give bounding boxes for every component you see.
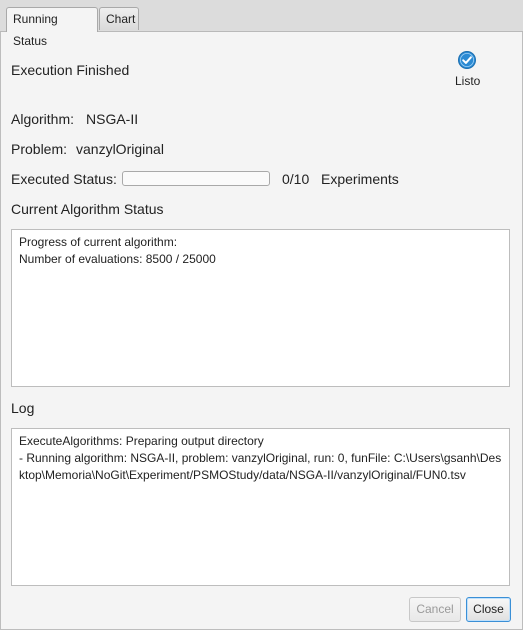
algorithm-value: NSGA-II xyxy=(86,111,139,127)
problem-value: vanzylOriginal xyxy=(76,141,164,157)
cancel-button[interactable]: Cancel xyxy=(409,597,461,622)
problem-label: Problem: xyxy=(11,141,68,157)
experiments-progress-bar xyxy=(122,171,270,186)
tab-chart[interactable]: Chart xyxy=(99,7,139,30)
algorithm-label: Algorithm: xyxy=(11,111,75,127)
current-status-line: Progress of current algorithm: xyxy=(19,235,178,249)
experiments-unit: Experiments xyxy=(321,171,399,187)
current-status-line: Number of evaluations: 8500 / 25000 xyxy=(19,252,216,266)
close-button[interactable]: Close xyxy=(466,597,511,622)
tab-running-status[interactable]: Running Status xyxy=(6,7,98,48)
log-textarea[interactable]: ExecuteAlgorithms: Preparing output dire… xyxy=(11,428,510,586)
execution-status-text: Execution Finished xyxy=(11,62,130,78)
check-circle-icon xyxy=(458,51,476,69)
current-status-textarea[interactable]: Progress of current algorithm: Number of… xyxy=(11,229,510,387)
current-algorithm-status-heading: Current Algorithm Status xyxy=(11,201,164,217)
ready-label: Listo xyxy=(455,74,481,88)
executed-status-label: Executed Status: xyxy=(11,171,117,187)
log-line: ExecuteAlgorithms: Preparing output dire… xyxy=(19,434,264,448)
log-heading: Log xyxy=(11,400,35,416)
tab-bar: Running Status Chart xyxy=(0,0,523,48)
experiments-count: 0/10 xyxy=(282,171,310,187)
log-line: - Running algorithm: NSGA-II, problem: v… xyxy=(19,451,502,482)
